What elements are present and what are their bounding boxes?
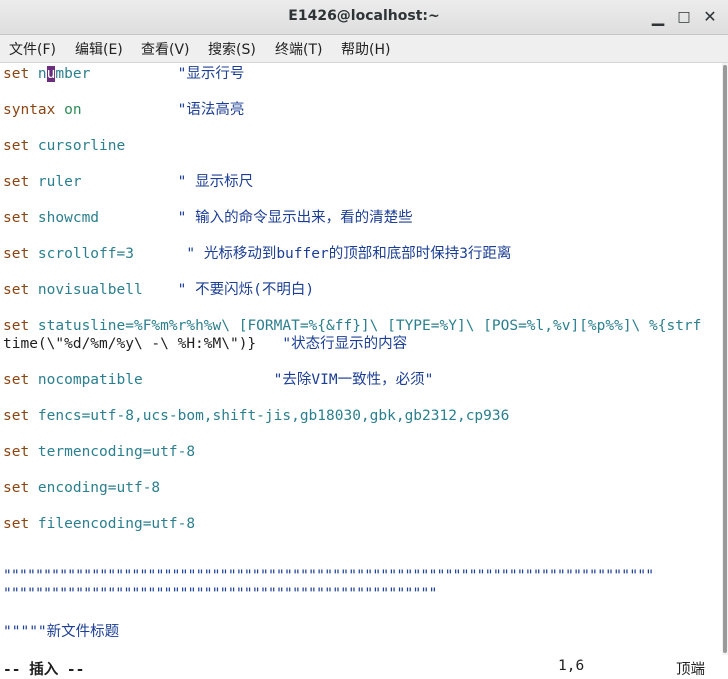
scrollbar[interactable] [722, 63, 728, 655]
menu-view[interactable]: 查看(V) [141, 39, 190, 59]
code-line: set ruler " 显示标尺 [3, 174, 254, 190]
code-line: syntax on "语法高亮 [3, 102, 245, 118]
scrollbar-thumb[interactable] [723, 65, 727, 653]
code-line: set cursorline [3, 138, 126, 154]
menu-edit[interactable]: 编辑(E) [75, 39, 123, 59]
close-icon[interactable]: ✕ [699, 6, 721, 28]
code-line-wrap: """"""""""""""""""""""""""""""""""""""""… [3, 586, 437, 602]
title-bar: E1426@localhost:~ ▁ □ ✕ [0, 0, 728, 35]
scroll-position: 顶端 [676, 662, 705, 678]
vim-editor-area[interactable]: set number "显示行号 syntax on "语法高亮 set cur… [0, 63, 722, 655]
code-line: set fileencoding=utf-8 [3, 516, 196, 532]
code-line: set showcmd " 输入的命令显示出来，看的清楚些 [3, 210, 413, 226]
maximize-icon[interactable]: □ [673, 6, 695, 28]
code-line: """"""""""""""""""""""""""""""""""""""""… [3, 568, 654, 584]
code-line: set termencoding=utf-8 [3, 444, 196, 460]
mode-indicator: -- 插入 -- [3, 662, 85, 678]
menu-search[interactable]: 搜索(S) [208, 39, 256, 59]
menu-file[interactable]: 文件(F) [9, 39, 56, 59]
code-line: set novisualbell " 不要闪烁(不明白) [3, 282, 315, 298]
minimize-icon[interactable]: ▁ [647, 6, 669, 28]
menu-help[interactable]: 帮助(H) [341, 39, 390, 59]
cursor-position: 1,6 [558, 658, 585, 674]
code-line: set encoding=utf-8 [3, 480, 161, 496]
vim-status-line: -- 插入 -- 1,6 顶端 [0, 655, 728, 678]
code-line: set fencs=utf-8,ucs-bom,shift-jis,gb1803… [3, 408, 510, 424]
menu-bar: 文件(F) 编辑(E) 查看(V) 搜索(S) 终端(T) 帮助(H) [0, 35, 728, 63]
code-line: set scrolloff=3 " 光标移动到buffer的顶部和底部时保持3行… [3, 246, 512, 262]
menu-terminal[interactable]: 终端(T) [275, 39, 322, 59]
code-line-wrap: time(\"%d/%m/%y\ -\ %H:%M\")} "状态行显示的内容 [3, 336, 408, 352]
window-title: E1426@localhost:~ [288, 8, 440, 24]
code-line: set statusline=%F%m%r%h%w\ [FORMAT=%{&ff… [3, 318, 702, 334]
code-line: set nocompatible "去除VIM一致性，必须" [3, 372, 434, 388]
code-line: set number "显示行号 [3, 66, 245, 82]
code-line: """""新文件标题 [3, 624, 120, 640]
